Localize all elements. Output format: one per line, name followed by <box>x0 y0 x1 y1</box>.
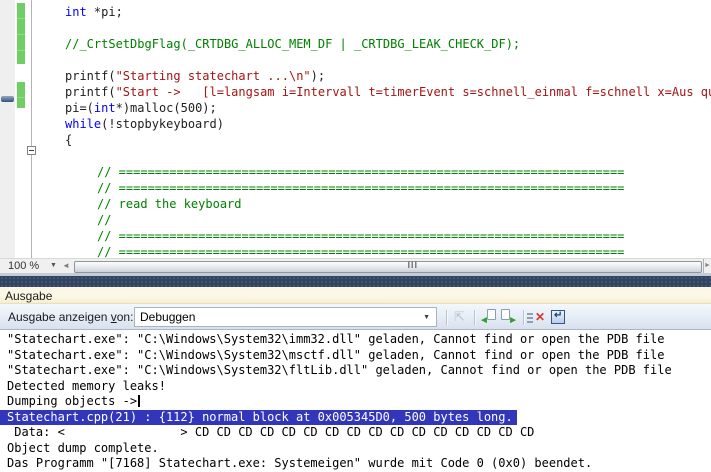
code-line[interactable]: { <box>0 132 711 148</box>
output-source-combobox[interactable]: Debuggen ▼ <box>134 307 437 327</box>
find-message-button[interactable]: ⇱ <box>452 309 470 326</box>
scroll-left-button[interactable]: ◄ <box>62 261 70 270</box>
zoom-level: 100 % <box>8 260 39 272</box>
toolbar-separator <box>474 310 476 325</box>
next-message-icon: ► <box>508 315 518 326</box>
output-line[interactable]: Detected memory leaks! <box>7 379 711 395</box>
previous-message-button[interactable]: ◄ <box>479 309 497 326</box>
show-output-from-label: Ausgabe anzeigen von: <box>8 310 133 324</box>
code-line[interactable] <box>0 52 711 68</box>
output-line[interactable]: Dumping objects -> <box>7 394 711 410</box>
pane-splitter[interactable] <box>0 273 711 287</box>
code-line[interactable] <box>0 20 711 36</box>
hscroll-thumb[interactable] <box>74 261 702 273</box>
code-editor[interactable]: int *pi; //_CrtSetDbgFlag(_CRTDBG_ALLOC_… <box>0 0 711 258</box>
code-line[interactable]: // =====================================… <box>0 164 711 180</box>
code-line[interactable]: // <box>0 212 711 228</box>
horizontal-scrollbar[interactable]: 100 % ▼ ◄ ► <box>0 258 711 273</box>
speed-lines-shape <box>527 313 533 315</box>
chevron-down-icon[interactable]: ▼ <box>423 314 430 321</box>
clear-all-icon: ✕ <box>535 310 545 324</box>
code-line[interactable]: // =====================================… <box>0 244 711 258</box>
combobox-value: Debuggen <box>140 310 195 324</box>
scroll-right-button[interactable]: ► <box>703 259 711 273</box>
code-line[interactable]: // =====================================… <box>0 228 711 244</box>
word-wrap-icon: ↵ <box>554 310 562 321</box>
code-line[interactable]: // read the keyboard <box>0 196 711 212</box>
vs-window: int *pi; //_CrtSetDbgFlag(_CRTDBG_ALLOC_… <box>0 0 711 472</box>
code-line[interactable]: pi=(int*)malloc(500); <box>0 100 711 116</box>
panel-title-label: Ausgabe <box>5 289 52 303</box>
scrollbar-grip-icon <box>408 261 417 268</box>
output-line[interactable]: Object dump complete. <box>7 441 711 457</box>
clear-all-button[interactable]: ✕ <box>527 309 545 326</box>
code-line[interactable]: printf("Starting statechart ...\n"); <box>0 68 711 84</box>
output-console[interactable]: "Statechart.exe": "C:\Windows\System32\i… <box>0 330 711 472</box>
outlining-line <box>31 0 32 258</box>
output-line[interactable]: "Statechart.exe": "C:\Windows\System32\m… <box>7 348 711 364</box>
find-message-icon: ⇱ <box>454 309 465 325</box>
zoom-selector[interactable]: 100 % ▼ <box>4 259 60 273</box>
code-line[interactable]: int *pi; <box>0 4 711 20</box>
output-line[interactable]: Das Programm "[7168] Statechart.exe: Sys… <box>7 456 711 472</box>
output-panel-titlebar[interactable]: Ausgabe <box>0 287 711 304</box>
code-line[interactable]: // =====================================… <box>0 180 711 196</box>
output-toolbar: Ausgabe anzeigen von: Debuggen ▼ ⇱ ◄ ► ✕… <box>0 304 711 330</box>
output-line[interactable]: Data: < > CD CD CD CD CD CD CD CD CD CD … <box>7 425 711 441</box>
code-line[interactable]: printf("Start -> [l=langsam i=Intervall … <box>0 84 711 100</box>
next-message-button[interactable]: ► <box>500 309 518 326</box>
prev-message-icon: ◄ <box>479 315 489 326</box>
toggle-word-wrap-button[interactable]: ↵ <box>550 309 568 326</box>
chevron-down-icon: ▼ <box>50 262 57 269</box>
code-line[interactable] <box>0 148 711 164</box>
toolbar-separator <box>446 310 448 325</box>
output-line[interactable]: "Statechart.exe": "C:\Windows\System32\f… <box>7 363 711 379</box>
code-line[interactable]: //_CrtSetDbgFlag(_CRTDBG_ALLOC_MEM_DF | … <box>0 36 711 52</box>
text-caret <box>138 395 140 407</box>
code-area[interactable]: int *pi; //_CrtSetDbgFlag(_CRTDBG_ALLOC_… <box>0 0 711 258</box>
collapse-minus-icon[interactable] <box>27 146 36 155</box>
hscroll-track[interactable] <box>72 259 702 273</box>
highlighted-output-line[interactable]: Statechart.cpp(21) : {112} normal block … <box>0 410 517 426</box>
toolbar-separator <box>523 310 525 325</box>
output-line[interactable]: "Statechart.exe": "C:\Windows\System32\i… <box>7 332 711 348</box>
code-line[interactable]: while(!stopbykeyboard) <box>0 116 711 132</box>
